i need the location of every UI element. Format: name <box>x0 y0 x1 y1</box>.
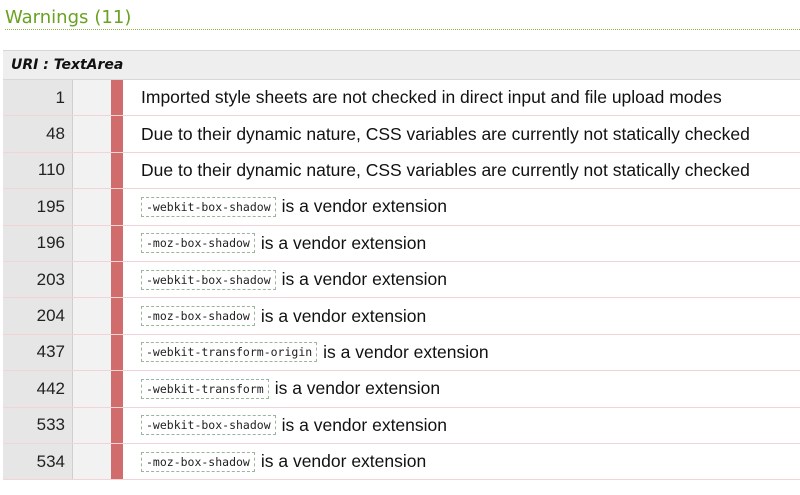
warning-row: 195 -webkit-box-shadow is a vendor extensi… <box>3 189 800 226</box>
context-cell <box>73 116 111 152</box>
warning-text: is a vendor extension <box>274 378 441 399</box>
warning-message: -moz-box-shadow is a vendor extension <box>141 226 800 261</box>
css-property-code: -webkit-box-shadow <box>141 196 276 217</box>
warning-row: 1 Imported style sheets are not checked i… <box>3 80 800 117</box>
warning-message: Imported style sheets are not checked in… <box>141 80 800 115</box>
line-number: 110 <box>3 152 73 189</box>
line-number: 203 <box>3 261 73 298</box>
heading-divider <box>5 29 800 30</box>
warning-text: Imported style sheets are not checked in… <box>141 87 722 108</box>
warning-row: 533 -webkit-box-shadow is a vendor extensi… <box>3 407 800 444</box>
warning-level-bar <box>111 189 123 225</box>
uri-header: URI : TextArea <box>3 51 800 80</box>
line-number: 195 <box>3 189 73 225</box>
warnings-rows: 1 Imported style sheets are not checked i… <box>3 80 800 481</box>
context-cell <box>73 371 111 407</box>
warning-level-bar <box>111 334 123 371</box>
warning-text: Due to their dynamic nature, CSS variabl… <box>141 159 750 180</box>
warning-text: is a vendor extension <box>260 451 427 472</box>
warning-message: -webkit-box-shadow is a vendor extension <box>141 408 800 443</box>
warning-message: Due to their dynamic nature, CSS variabl… <box>141 116 800 151</box>
line-number: 1 <box>3 80 73 116</box>
warning-row: 442 -webkit-transform is a vendor extensio… <box>3 371 800 408</box>
context-cell <box>73 298 111 334</box>
line-number: 196 <box>3 225 73 261</box>
context-cell <box>73 152 111 189</box>
warning-level-bar <box>111 298 123 334</box>
warning-level-bar <box>111 152 123 189</box>
warning-level-bar <box>111 80 123 116</box>
warning-message: Due to their dynamic nature, CSS variabl… <box>141 153 800 188</box>
css-property-code: -moz-box-shadow <box>141 451 255 472</box>
warning-level-bar <box>111 261 123 298</box>
warning-text: is a vendor extension <box>281 269 448 290</box>
line-number: 204 <box>3 298 73 334</box>
warning-level-bar <box>111 116 123 152</box>
css-property-code: -moz-box-shadow <box>141 233 255 254</box>
warning-message: -webkit-box-shadow is a vendor extension <box>141 189 800 224</box>
css-property-code: -webkit-transform <box>141 378 269 399</box>
warnings-title: Warnings <box>5 7 89 28</box>
css-property-code: -moz-box-shadow <box>141 306 255 327</box>
context-cell <box>73 407 111 443</box>
context-cell <box>73 334 111 371</box>
context-cell <box>73 189 111 225</box>
line-number: 533 <box>3 407 73 443</box>
line-number: 437 <box>3 334 73 371</box>
warning-row: 110 Due to their dynamic nature, CSS vari… <box>3 152 800 190</box>
context-cell <box>73 80 111 116</box>
warning-row: 534 -moz-box-shadow is a vendor extension <box>3 443 800 481</box>
warning-message: -webkit-box-shadow is a vendor extension <box>141 262 800 297</box>
warning-row: 48 Due to their dynamic nature, CSS varia… <box>3 116 800 153</box>
context-cell <box>73 261 111 298</box>
warnings-heading: Warnings (11) <box>5 6 131 30</box>
warnings-report: Warnings (11) URI : TextArea 1 Imported st… <box>0 0 800 495</box>
warning-text: is a vendor extension <box>281 414 448 435</box>
warning-text: is a vendor extension <box>281 196 448 217</box>
line-number: 442 <box>3 371 73 407</box>
warning-message: -webkit-transform-origin is a vendor exte… <box>141 335 800 370</box>
warning-level-bar <box>111 407 123 443</box>
warnings-count: (11) <box>94 7 132 28</box>
warning-row: 204 -moz-box-shadow is a vendor extension <box>3 298 800 335</box>
css-property-code: -webkit-box-shadow <box>141 269 276 290</box>
warning-row: 203 -webkit-box-shadow is a vendor extensi… <box>3 261 800 299</box>
warning-text: is a vendor extension <box>260 305 427 326</box>
context-cell <box>73 225 111 261</box>
warning-level-bar <box>111 225 123 261</box>
warnings-table: URI : TextArea 1 Imported style sheets ar… <box>3 50 800 481</box>
line-number: 534 <box>3 443 73 480</box>
warning-text: is a vendor extension <box>323 341 489 362</box>
warning-text: Due to their dynamic nature, CSS variabl… <box>141 123 750 144</box>
warning-row: 196 -moz-box-shadow is a vendor extension <box>3 225 800 262</box>
warning-message: -moz-box-shadow is a vendor extension <box>141 298 800 333</box>
warning-message: -moz-box-shadow is a vendor extension <box>141 444 800 479</box>
css-property-code: -webkit-transform-origin <box>141 342 318 363</box>
line-number: 48 <box>3 116 73 152</box>
css-property-code: -webkit-box-shadow <box>141 415 276 436</box>
warning-message: -webkit-transform is a vendor extension <box>141 371 800 406</box>
warning-level-bar <box>111 443 123 480</box>
warning-text: is a vendor extension <box>260 232 427 253</box>
warning-level-bar <box>111 371 123 407</box>
warning-row: 437 -webkit-transform-origin is a vendor e… <box>3 334 800 372</box>
context-cell <box>73 443 111 480</box>
